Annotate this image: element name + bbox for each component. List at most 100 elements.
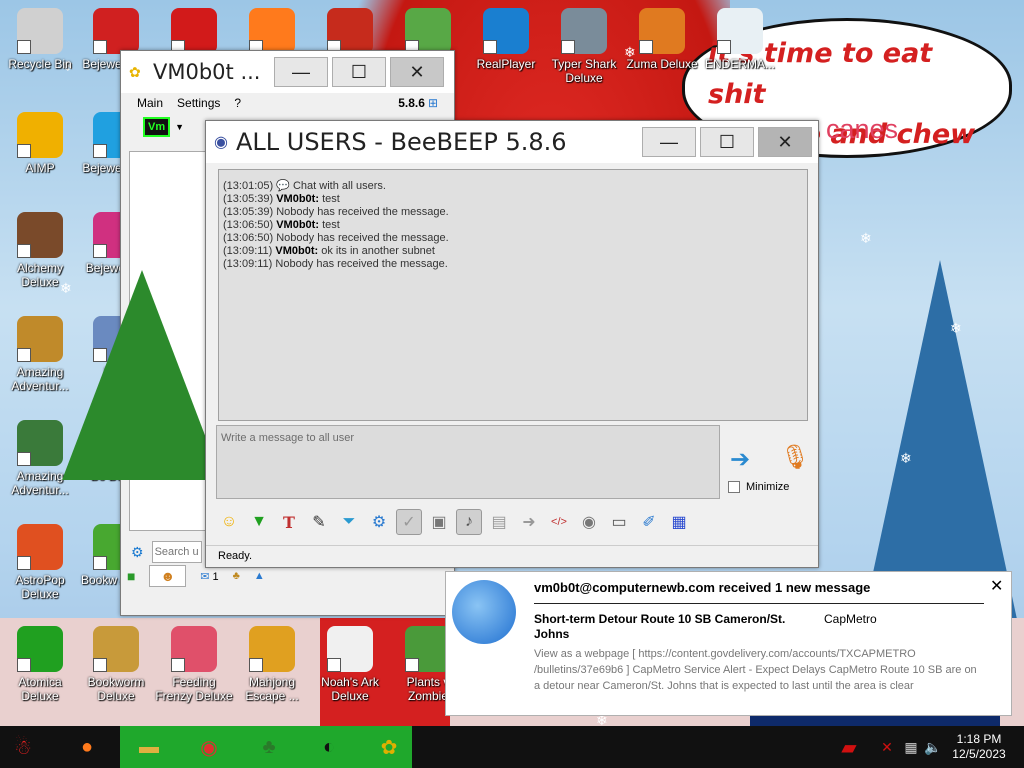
minimize-icon: — [660,131,678,152]
minimize-button[interactable]: — [642,127,696,157]
message-input[interactable]: Write a message to all user [216,425,720,499]
email-notification[interactable]: vm0b0t@computernewb.com received 1 new m… [445,571,1012,716]
spellcheck-icon[interactable]: ✓ [396,509,422,535]
minimize-checkbox[interactable] [728,481,740,493]
message-text: test [322,193,340,205]
screenshot-icon[interactable]: ◉ [576,509,602,535]
notification-flag-icon[interactable]: ▰ [830,728,868,766]
tab-messages[interactable]: ✉ 1 [200,570,218,583]
message-time: (13:01:05) [223,180,274,192]
edit-icon[interactable]: ✐ [636,509,662,535]
app-icon [17,212,63,258]
app-icon [249,8,295,54]
emoticon-icon[interactable]: ☺ [216,509,242,535]
close-button[interactable]: ✕ [758,127,812,157]
desktop-icon[interactable]: AstroPop Deluxe [0,524,80,601]
message-text: ok its in another subnet [321,245,435,257]
color-picker-icon[interactable]: ✎ [306,509,332,535]
desktop-icon[interactable]: Recycle Bin [0,8,80,71]
clock[interactable]: 1:18 PM 12/5/2023 [948,732,1010,762]
desktop-icon[interactable]: Zuma Deluxe [622,8,702,71]
desktop-icon[interactable]: ENDERMA... [700,8,780,71]
vm-logo[interactable]: Vm [143,117,171,137]
menu-main[interactable]: Main [137,96,163,110]
chat-message: (13:06:50) Nobody has received the messa… [223,232,803,245]
minimize-button[interactable]: — [274,57,328,87]
message-time: (13:05:39) [223,193,274,205]
app-icon [17,626,63,672]
arrow-down-icon[interactable]: ▼ [246,509,272,535]
desktop-icon[interactable]: Typer Shark Deluxe [544,8,624,85]
xmas-tree-app-icon[interactable]: ♣ [250,728,288,766]
chevron-down-icon[interactable]: ▼ [175,122,184,132]
app-icon [93,626,139,672]
gear-icon[interactable]: ⚙ [131,544,144,561]
close-icon[interactable]: ✕ [990,576,1003,596]
desktop-icon-label: Feeding Frenzy Deluxe [155,675,233,703]
file-explorer-icon[interactable]: ▬ [130,728,168,766]
app-icon [561,8,607,54]
close-button[interactable]: ✕ [390,57,444,87]
tab-users-icon[interactable]: ☻ [149,565,187,587]
chat-history[interactable]: (13:01:05) 💬 Chat with all users. (13:05:… [218,169,808,421]
vm-titlebar[interactable]: ✿ VM0b0t ... — ☐ ✕ [121,51,454,93]
desktop-icon[interactable]: Atomica Deluxe [0,626,80,703]
maximize-button[interactable]: ☐ [332,57,386,87]
desktop-icon-label: Bookworm Deluxe [87,675,145,703]
message-text: Nobody has received the message. [276,206,449,218]
desktop-icon[interactable]: Feeding Frenzy Deluxe [154,626,234,703]
vm-menubar: Main Settings ? 5.8.6 ⊞ [121,93,454,113]
snowflake: ❄ [950,320,962,336]
app-icon[interactable]: ◐ [310,728,348,766]
chat-title: ALL USERS - BeeBEEP 5.8.6 [235,128,567,156]
message-time: (13:05:39) [223,206,274,218]
chat-bubble-icon: ✉ [200,570,210,583]
chat-titlebar[interactable]: ◉ ALL USERS - BeeBEEP 5.8.6 — ☐ ✕ [206,121,818,163]
desktop-icon[interactable]: Bookworm Deluxe [76,626,156,703]
message-user: VM0b0t: [276,193,319,205]
dictionary-icon[interactable]: ▣ [426,509,452,535]
bee-icon: ✿ [129,63,141,80]
sound-icon[interactable]: ♪ [456,509,482,535]
save-icon[interactable]: ▦ [666,509,692,535]
beebeep-taskbar-icon[interactable]: ✿ [370,728,408,766]
message-user: VM0b0t: [275,245,319,257]
file-icon[interactable]: ▤ [486,509,512,535]
settings-gears-icon[interactable]: ⚙ [366,509,392,535]
tab-groups-icon[interactable]: ♣ [233,570,240,582]
firefox-icon[interactable]: ● [68,728,106,766]
message-time: (13:09:11) [223,245,273,257]
app-icon [249,626,295,672]
desktop-icon[interactable]: Mahjong Escape ... [232,626,312,703]
desktop-icon[interactable]: RealPlayer [466,8,546,71]
desktop-icon[interactable]: AIMP [0,112,80,175]
font-icon[interactable]: T [276,509,302,535]
app-icon [327,626,373,672]
menu-settings[interactable]: Settings [177,96,220,110]
code-icon[interactable]: </> [546,509,572,535]
chrome-icon[interactable]: ◉ [190,728,228,766]
app-icon [483,8,529,54]
send-icon[interactable]: ➔ [730,445,750,474]
app-icon [717,8,763,54]
tab-chats-icon[interactable]: ■ [127,568,135,584]
desktop-icon[interactable]: Noah's Ark Deluxe [310,626,390,703]
maximize-button[interactable]: ☐ [700,127,754,157]
tab-files-icon[interactable]: ▲ [254,570,265,582]
share-icon[interactable]: ➜ [516,509,542,535]
chat-message: (13:05:39) Nobody has received the messa… [223,206,803,219]
menu-help[interactable]: ? [234,96,398,110]
app-icon [327,8,373,54]
app-icon [405,8,451,54]
chat-window[interactable]: ◉ ALL USERS - BeeBEEP 5.8.6 — ☐ ✕ (13:01… [205,120,819,568]
microphone-icon[interactable]: 🎙 [780,443,810,472]
start-button-santa-icon[interactable]: ☃ [4,728,42,766]
desktop-icon-label: Mahjong Escape ... [245,675,299,703]
window-icon[interactable]: ▭ [606,509,632,535]
search-input[interactable] [151,541,202,563]
close-icon: ✕ [777,131,793,152]
desktop-icon-label: Recycle Bin [8,57,72,71]
chat-message: (13:09:11) VM0b0t: ok its in another sub… [223,245,803,258]
volume-icon[interactable]: 🔈 [914,728,952,766]
filter-icon[interactable]: ⏷ [336,509,362,535]
